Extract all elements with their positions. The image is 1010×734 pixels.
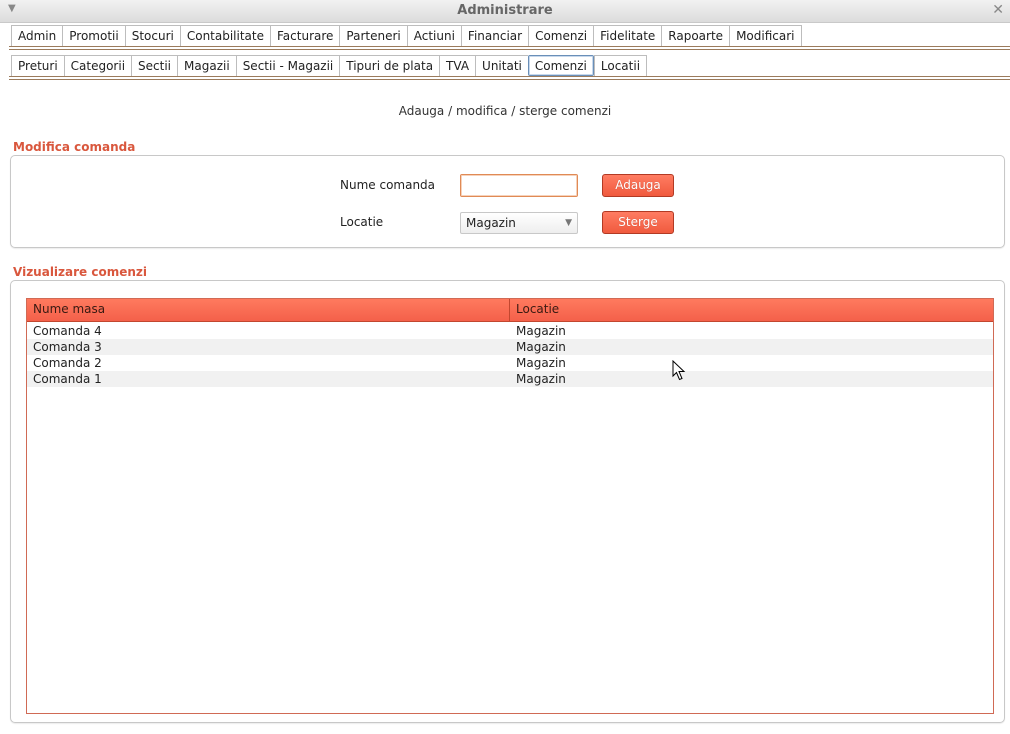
cell-order-name: Comanda 3 xyxy=(33,340,102,354)
mouse-cursor-icon xyxy=(672,360,686,381)
subtabbar-divider xyxy=(9,76,1010,77)
subtab-locatii[interactable]: Locatii xyxy=(593,55,648,76)
chevron-down-icon: ▼ xyxy=(565,218,572,228)
table-row[interactable]: Comanda 4 Magazin xyxy=(27,323,993,339)
orders-table: Nume masa Locatie Comanda 4 Magazin Comand… xyxy=(26,298,994,714)
tab-parteneri[interactable]: Parteneri xyxy=(339,25,407,46)
name-label: Nume comanda xyxy=(340,178,436,192)
cell-order-name: Comanda 1 xyxy=(33,372,102,386)
subtab-tipuri-de-plata[interactable]: Tipuri de plata xyxy=(339,55,440,76)
subtab-categorii[interactable]: Categorii xyxy=(63,55,132,76)
table-body: Comanda 4 Magazin Comanda 3 Magazin Comanda … xyxy=(27,322,993,387)
tab-facturare[interactable]: Facturare xyxy=(270,25,340,46)
subtab-magazii[interactable]: Magazii xyxy=(177,55,236,76)
cell-location: Magazin xyxy=(516,340,566,354)
tab-actiuni[interactable]: Actiuni xyxy=(406,25,461,46)
view-section-title: Vizualizare comenzi xyxy=(13,265,147,279)
cell-location: Magazin xyxy=(516,324,566,338)
edit-section-title: Modifica comanda xyxy=(13,140,136,154)
subtabbar-divider xyxy=(9,79,1010,80)
tab-comenzi[interactable]: Comenzi xyxy=(528,25,594,46)
subtab-unitati[interactable]: Unitati xyxy=(475,55,528,76)
sub-tabs: Preturi Categorii Sectii Magazii Sectii - Ma… xyxy=(11,55,648,76)
cell-order-name: Comanda 2 xyxy=(33,356,102,370)
tab-promotii[interactable]: Promotii xyxy=(62,25,125,46)
sub-tabbar: Preturi Categorii Sectii Magazii Sectii - Ma… xyxy=(0,55,1010,81)
subtab-sectii-magazii[interactable]: Sectii - Magazii xyxy=(235,55,340,76)
close-icon[interactable]: ✕ xyxy=(992,2,1004,18)
cell-location: Magazin xyxy=(516,356,566,370)
tab-rapoarte[interactable]: Rapoarte xyxy=(661,25,730,46)
subtab-tva[interactable]: TVA xyxy=(439,55,476,76)
add-button[interactable]: Adauga xyxy=(602,174,674,197)
delete-button[interactable]: Sterge xyxy=(602,211,674,234)
tabbar-divider xyxy=(9,46,1010,47)
name-input[interactable] xyxy=(460,174,578,197)
main-tabbar: Admin Promotii Stocuri Contabilitate Factura… xyxy=(0,25,1010,51)
subtab-sectii[interactable]: Sectii xyxy=(131,55,178,76)
cell-order-name: Comanda 4 xyxy=(33,324,102,338)
column-header-location[interactable]: Locatie xyxy=(510,299,993,321)
page-heading: Adauga / modifica / sterge comenzi xyxy=(398,104,612,118)
table-row[interactable]: Comanda 3 Magazin xyxy=(27,339,993,355)
location-selected-value: Magazin xyxy=(466,216,516,230)
tab-financiar[interactable]: Financiar xyxy=(460,25,529,46)
table-row[interactable]: Comanda 1 Magazin xyxy=(27,371,993,387)
tab-contabilitate[interactable]: Contabilitate xyxy=(179,25,270,46)
tabbar-divider xyxy=(9,49,1010,50)
table-header: Nume masa Locatie xyxy=(27,299,993,322)
window-title: Administrare xyxy=(457,3,553,18)
cell-location: Magazin xyxy=(516,372,566,386)
window-titlebar: ▼ Administrare ✕ xyxy=(0,0,1010,23)
subtab-comenzi[interactable]: Comenzi xyxy=(527,55,594,76)
tab-modificari[interactable]: Modificari xyxy=(729,25,802,47)
edit-section-panel xyxy=(10,155,1005,248)
tab-fidelitate[interactable]: Fidelitate xyxy=(593,25,662,46)
main-tabs: Admin Promotii Stocuri Contabilitate Factura… xyxy=(11,25,802,47)
tab-admin[interactable]: Admin xyxy=(11,25,63,46)
column-header-name[interactable]: Nume masa xyxy=(27,299,510,321)
subtab-preturi[interactable]: Preturi xyxy=(11,55,64,76)
location-label: Locatie xyxy=(340,215,384,229)
tab-stocuri[interactable]: Stocuri xyxy=(124,25,180,46)
table-row[interactable]: Comanda 2 Magazin xyxy=(27,355,993,371)
location-select[interactable]: Magazin ▼ xyxy=(460,212,578,234)
